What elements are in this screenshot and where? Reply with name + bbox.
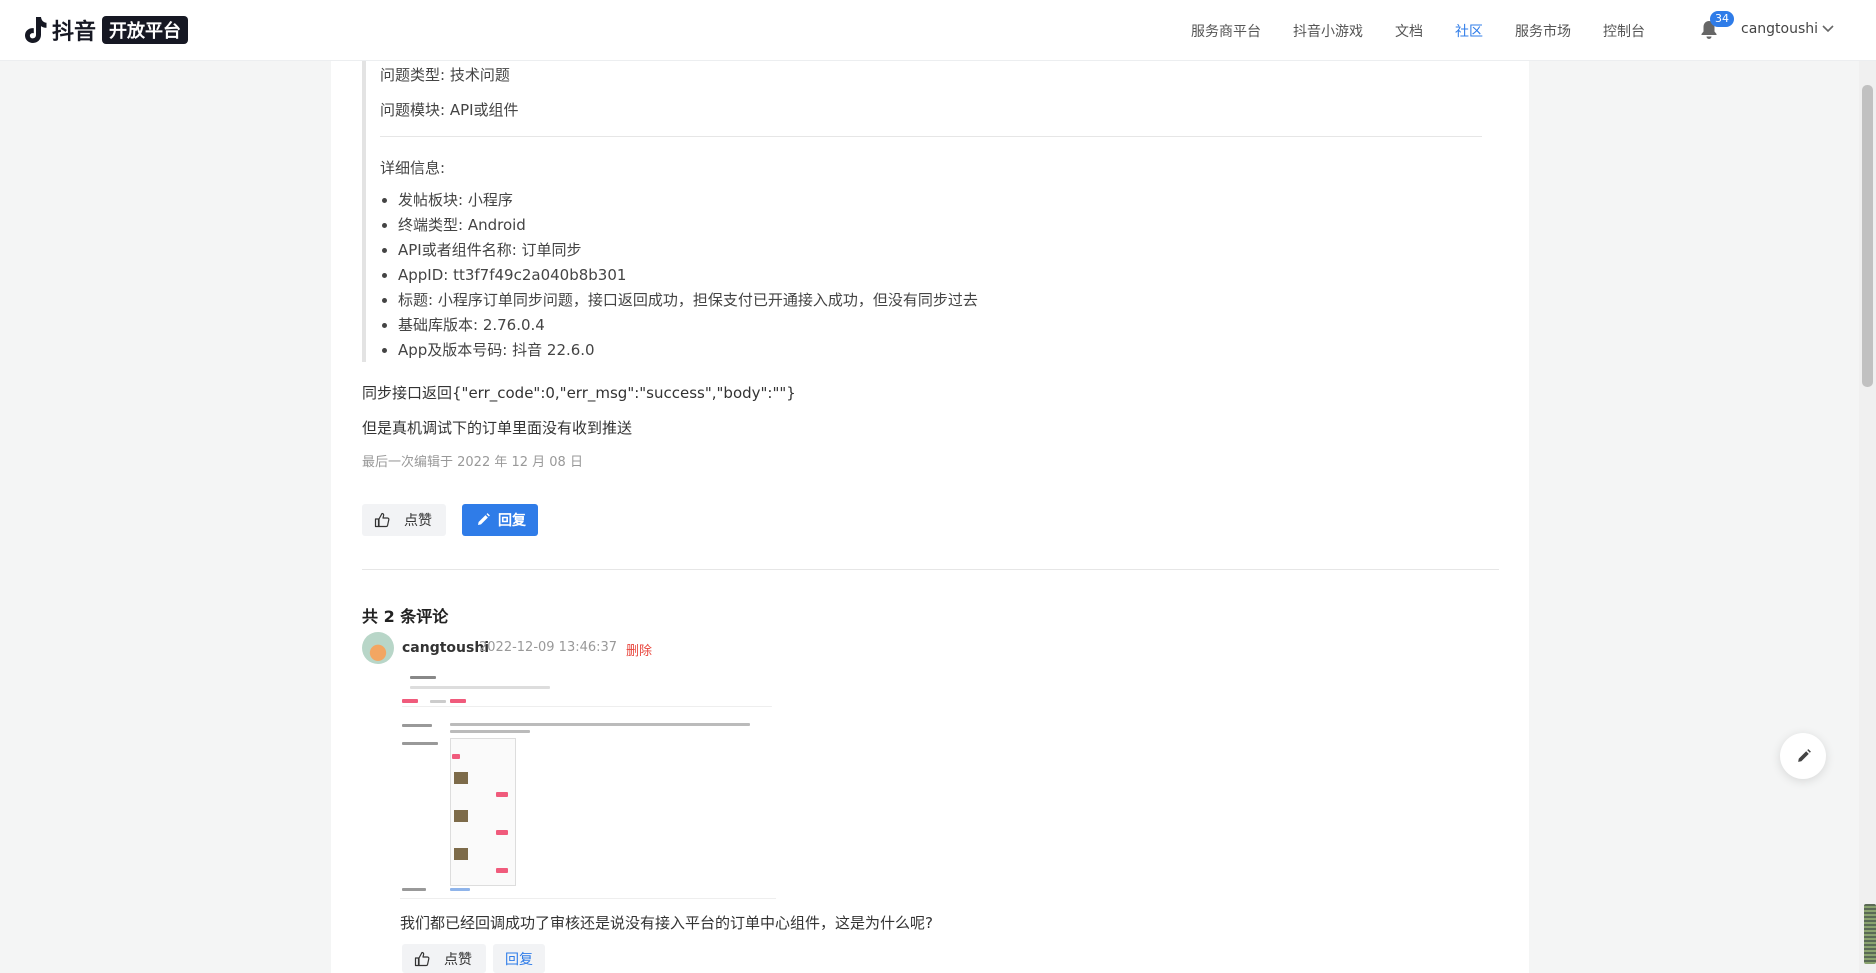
like-label: 点赞 — [404, 513, 432, 529]
detail-lib-version: 基础库版本: 2.76.0.4 — [398, 313, 978, 338]
last-edited-note: 最后一次编辑于 2022 年 12 月 08 日 — [362, 455, 583, 470]
blockquote-bar — [362, 60, 366, 362]
pencil-icon — [478, 513, 490, 525]
comment-timestamp: 2022-12-09 13:46:37 — [479, 640, 618, 655]
reply-label: 回复 — [498, 513, 526, 529]
comment-screenshot-image[interactable] — [400, 672, 776, 899]
nav-mini-games[interactable]: 抖音小游戏 — [1293, 21, 1363, 41]
comment-reply-button[interactable]: 回复 — [493, 944, 545, 973]
like-button[interactable]: 点赞 — [362, 504, 446, 536]
douyin-open-platform-logo[interactable]: 抖音 开放平台 — [22, 14, 189, 46]
comment-like-label: 点赞 — [444, 951, 472, 968]
top-nav-bar: 抖音 开放平台 服务商平台 抖音小游戏 文档 社区 服务市场 控制台 34 ca… — [0, 0, 1876, 61]
user-name[interactable]: cangtoushi — [1741, 21, 1818, 37]
reply-button[interactable]: 回复 — [462, 504, 538, 536]
logo-text: 抖音 — [52, 20, 97, 45]
nav-console[interactable]: 控制台 — [1603, 21, 1645, 41]
post-body-line: 但是真机调试下的订单里面没有收到推送 — [362, 419, 633, 437]
system-tray-widget — [1864, 904, 1876, 964]
detail-appid: AppID: tt3f7f49c2a040b8b301 — [398, 263, 978, 288]
comments-count-title: 共 2 条评论 — [362, 607, 449, 626]
thumbs-up-icon — [374, 512, 390, 528]
chevron-down-icon[interactable] — [1822, 24, 1834, 34]
delete-comment-button[interactable]: 删除 — [626, 640, 652, 659]
nav-service-market[interactable]: 服务市场 — [1515, 21, 1571, 41]
question-module: 问题模块: API或组件 — [380, 101, 519, 119]
detail-title: 标题: 小程序订单同步问题，接口返回成功，担保支付已开通接入成功，但没有同步过去 — [398, 288, 978, 313]
comment-text: 我们都已经回调成功了审核还是说没有接入平台的订单中心组件，这是为什么呢? — [400, 914, 933, 932]
detail-terminal-type: 终端类型: Android — [398, 213, 978, 238]
floating-write-button[interactable] — [1780, 733, 1826, 779]
nav-service-provider[interactable]: 服务商平台 — [1191, 21, 1261, 41]
thumbs-up-icon — [414, 951, 430, 966]
douyin-note-icon — [25, 17, 47, 43]
nav-community[interactable]: 社区 — [1455, 21, 1483, 41]
details-heading: 详细信息: — [380, 159, 446, 177]
question-type: 问题类型: 技术问题 — [380, 66, 510, 84]
details-list: 发帖板块: 小程序 终端类型: Android API或者组件名称: 订单同步 … — [380, 188, 978, 363]
divider — [380, 136, 1482, 137]
comment-user-name[interactable]: cangtoushi — [402, 640, 489, 656]
pencil-icon — [1797, 748, 1811, 762]
avatar[interactable] — [362, 632, 394, 664]
detail-board: 发帖板块: 小程序 — [398, 188, 978, 213]
logo-badge: 开放平台 — [102, 16, 189, 44]
detail-api-name: API或者组件名称: 订单同步 — [398, 238, 978, 263]
notification-count-badge: 34 — [1710, 11, 1734, 27]
comment-like-button[interactable]: 点赞 — [402, 944, 486, 973]
page-scrollbar-thumb[interactable] — [1862, 85, 1873, 387]
divider — [362, 569, 1499, 570]
nav-docs[interactable]: 文档 — [1395, 21, 1423, 41]
detail-app-version: App及版本号码: 抖音 22.6.0 — [398, 338, 978, 363]
post-body-line: 同步接口返回{"err_code":0,"err_msg":"success",… — [362, 384, 796, 402]
